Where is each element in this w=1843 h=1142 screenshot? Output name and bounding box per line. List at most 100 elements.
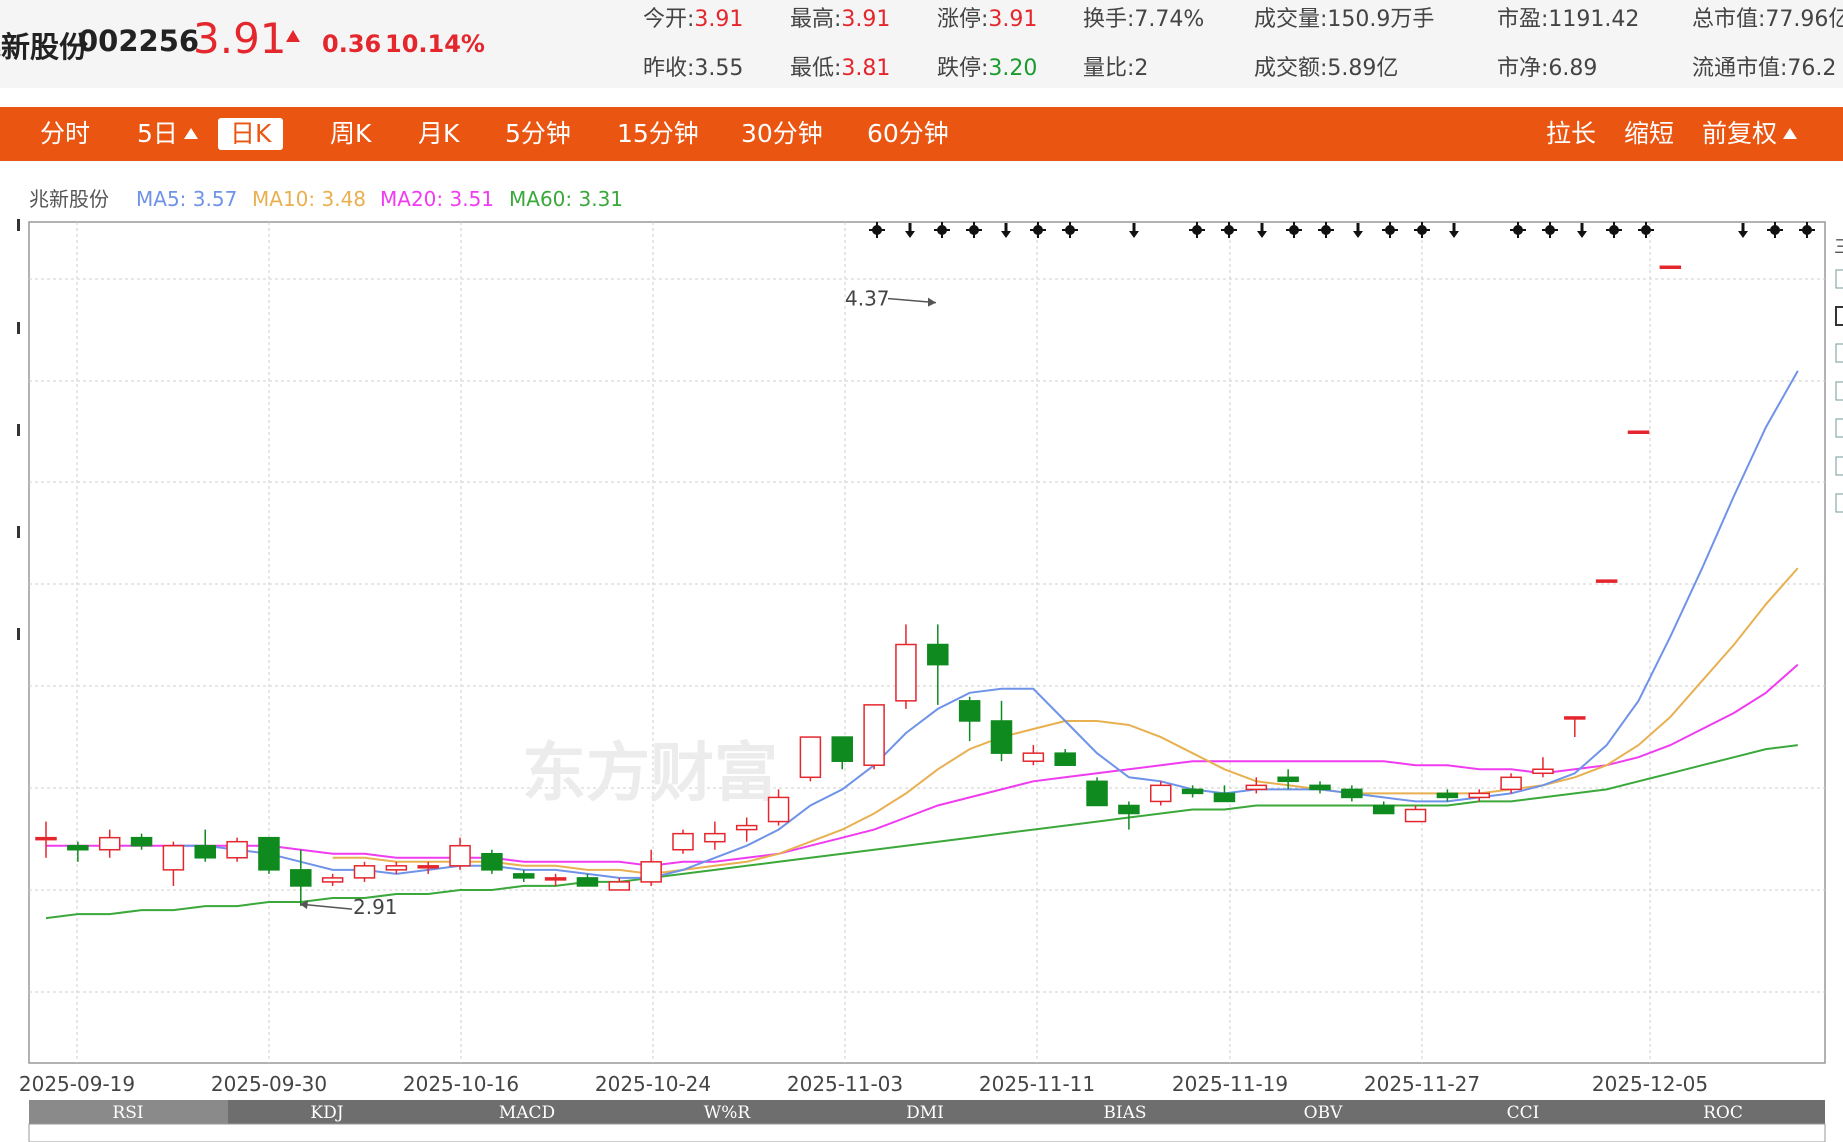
candle — [1659, 265, 1682, 270]
tab-period[interactable]: 30分钟 — [741, 118, 823, 150]
candle-body — [927, 643, 949, 666]
tab-period[interactable]: 5日 — [137, 118, 198, 150]
tool-checkbox — [1835, 306, 1843, 326]
tab-period[interactable]: 周K — [330, 118, 371, 150]
quote-stat-value: 3.91 — [841, 7, 891, 32]
quote-stat-label: 昨收: — [643, 56, 695, 81]
indicator-tab[interactable]: RSI — [112, 1103, 143, 1123]
price-change: 0.36 — [322, 30, 382, 58]
candle-body — [1054, 752, 1076, 766]
toolbar-button[interactable]: 拉长 — [1546, 118, 1596, 150]
high-label: 4.37 — [845, 287, 890, 311]
stock-price: 3.91 — [193, 14, 287, 63]
candle-body — [258, 836, 280, 871]
event-marker — [1356, 223, 1360, 232]
indicator-tab[interactable]: CCI — [1507, 1103, 1540, 1123]
x-tick-label: 2025-11-11 — [979, 1072, 1095, 1096]
candle-body — [1086, 780, 1108, 807]
tab-period[interactable]: 5分钟 — [505, 118, 571, 150]
event-marker — [1580, 223, 1584, 232]
candle-body — [1468, 792, 1490, 799]
indicator-tab[interactable]: DMI — [906, 1103, 944, 1123]
candle-body — [767, 796, 790, 823]
quote-stat: 流通市值:76.2 — [1692, 50, 1836, 82]
quote-stat-value: 77.96亿 — [1765, 7, 1843, 32]
y-tick-mark — [17, 424, 20, 436]
indicator-tab[interactable]: KDJ — [310, 1103, 343, 1123]
quote-stat-value: 5.89亿 — [1327, 56, 1399, 81]
candle-body — [863, 704, 885, 766]
candle-body — [1627, 430, 1650, 434]
x-tick-label: 2025-11-19 — [1172, 1072, 1288, 1096]
tab-label: 月K — [418, 119, 460, 148]
candle-body — [67, 844, 89, 851]
tab-period[interactable]: 60分钟 — [867, 118, 949, 150]
event-marker — [908, 223, 912, 232]
indicator-tab[interactable]: BIAS — [1103, 1103, 1146, 1123]
tab-label: 分时 — [40, 119, 91, 148]
candle-body — [226, 840, 248, 859]
period-toolbar: 分时 5日 日K 周K 月K 5分钟 15分钟 30分钟 60分钟 拉长 缩短 前复权 — [0, 107, 1843, 161]
candle — [258, 836, 280, 874]
candle-body — [640, 861, 662, 883]
candle — [863, 704, 885, 770]
candle-body — [1118, 804, 1140, 815]
event-marker — [1132, 223, 1136, 232]
indicator-tab[interactable]: MACD — [499, 1103, 555, 1123]
candle-body — [1341, 788, 1363, 799]
quote-stat: 量比:2 — [1083, 50, 1148, 82]
quote-header: 兆新股份 002256 3.91 0.36 10.14% 今开:3.91最高:3… — [0, 0, 1843, 88]
candle-body — [608, 881, 631, 891]
event-marker — [1260, 223, 1264, 232]
candle-body — [799, 736, 822, 779]
candle-body — [576, 877, 599, 887]
toolbar-button[interactable]: 前复权 — [1702, 118, 1798, 150]
tab-period[interactable]: 月K — [418, 118, 459, 150]
quote-stat: 成交额:5.89亿 — [1254, 50, 1398, 82]
quote-stat-label: 成交额: — [1254, 56, 1328, 81]
x-tick-label: 2025-10-24 — [595, 1072, 711, 1096]
candle-body — [417, 865, 439, 869]
toolbar-button[interactable]: 缩短 — [1624, 118, 1674, 150]
candle-body — [1595, 579, 1618, 583]
quote-stat: 换手:7.74% — [1083, 1, 1204, 33]
tab-label: 日K — [230, 119, 272, 148]
tab-label: 周K — [330, 119, 372, 148]
quote-stat-value: 3.20 — [988, 56, 1038, 81]
quote-stat-label: 今开: — [643, 7, 695, 32]
legend-ma20: MA20: 3.51 — [380, 187, 494, 211]
quote-stat-value: 2 — [1134, 56, 1149, 81]
quote-stat: 跌停:3.20 — [937, 50, 1037, 82]
tab-period[interactable]: 日K — [218, 118, 284, 150]
tool-checkbox — [1835, 343, 1843, 363]
tab-period[interactable]: 15分钟 — [617, 118, 699, 150]
tab-period[interactable]: 分时 — [40, 118, 90, 150]
quote-stat-value: 7.74% — [1134, 7, 1205, 32]
toolbar-button-label: 前复权 — [1702, 119, 1778, 148]
candle-body — [130, 836, 153, 847]
candle-body — [1181, 788, 1204, 795]
quote-stat-label: 量比: — [1083, 56, 1135, 81]
candle — [799, 736, 822, 782]
tool-strip-edge: 三 — [1834, 237, 1843, 258]
candle-body — [1022, 752, 1045, 762]
quote-stat-label: 成交量: — [1254, 7, 1328, 32]
candle-body — [353, 865, 376, 879]
candle — [1595, 579, 1618, 583]
tab-label: 5日 — [137, 119, 178, 148]
indicator-tab[interactable]: ROC — [1703, 1103, 1743, 1123]
indicator-tab[interactable]: W%R — [704, 1103, 752, 1123]
quote-stat-value: 150.9万手 — [1327, 7, 1435, 32]
quote-stat-label: 换手: — [1083, 7, 1135, 32]
indicator-tab[interactable]: OBV — [1304, 1103, 1343, 1123]
quote-stat: 今开:3.91 — [643, 1, 743, 33]
quote-stat-value: 3.91 — [694, 7, 744, 32]
candle-body — [290, 869, 312, 887]
right-tool-strip: 三 — [1834, 237, 1843, 513]
stock-name: 兆新股份 — [0, 30, 89, 64]
legend-title: 兆新股份 — [29, 187, 109, 211]
candle-body — [1372, 804, 1395, 815]
y-axis-ticks — [17, 219, 20, 640]
legend-ma10: MA10: 3.48 — [252, 187, 366, 211]
x-tick-label: 2025-12-05 — [1592, 1072, 1708, 1096]
